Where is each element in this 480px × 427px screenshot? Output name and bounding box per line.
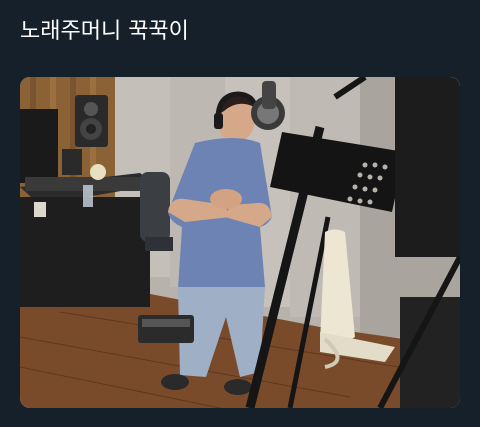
tweet-text: 노래주머니 꾹꾹이 [20, 19, 189, 44]
studio-photo-illustration [20, 77, 460, 408]
tweet-photo[interactable] [20, 77, 460, 408]
